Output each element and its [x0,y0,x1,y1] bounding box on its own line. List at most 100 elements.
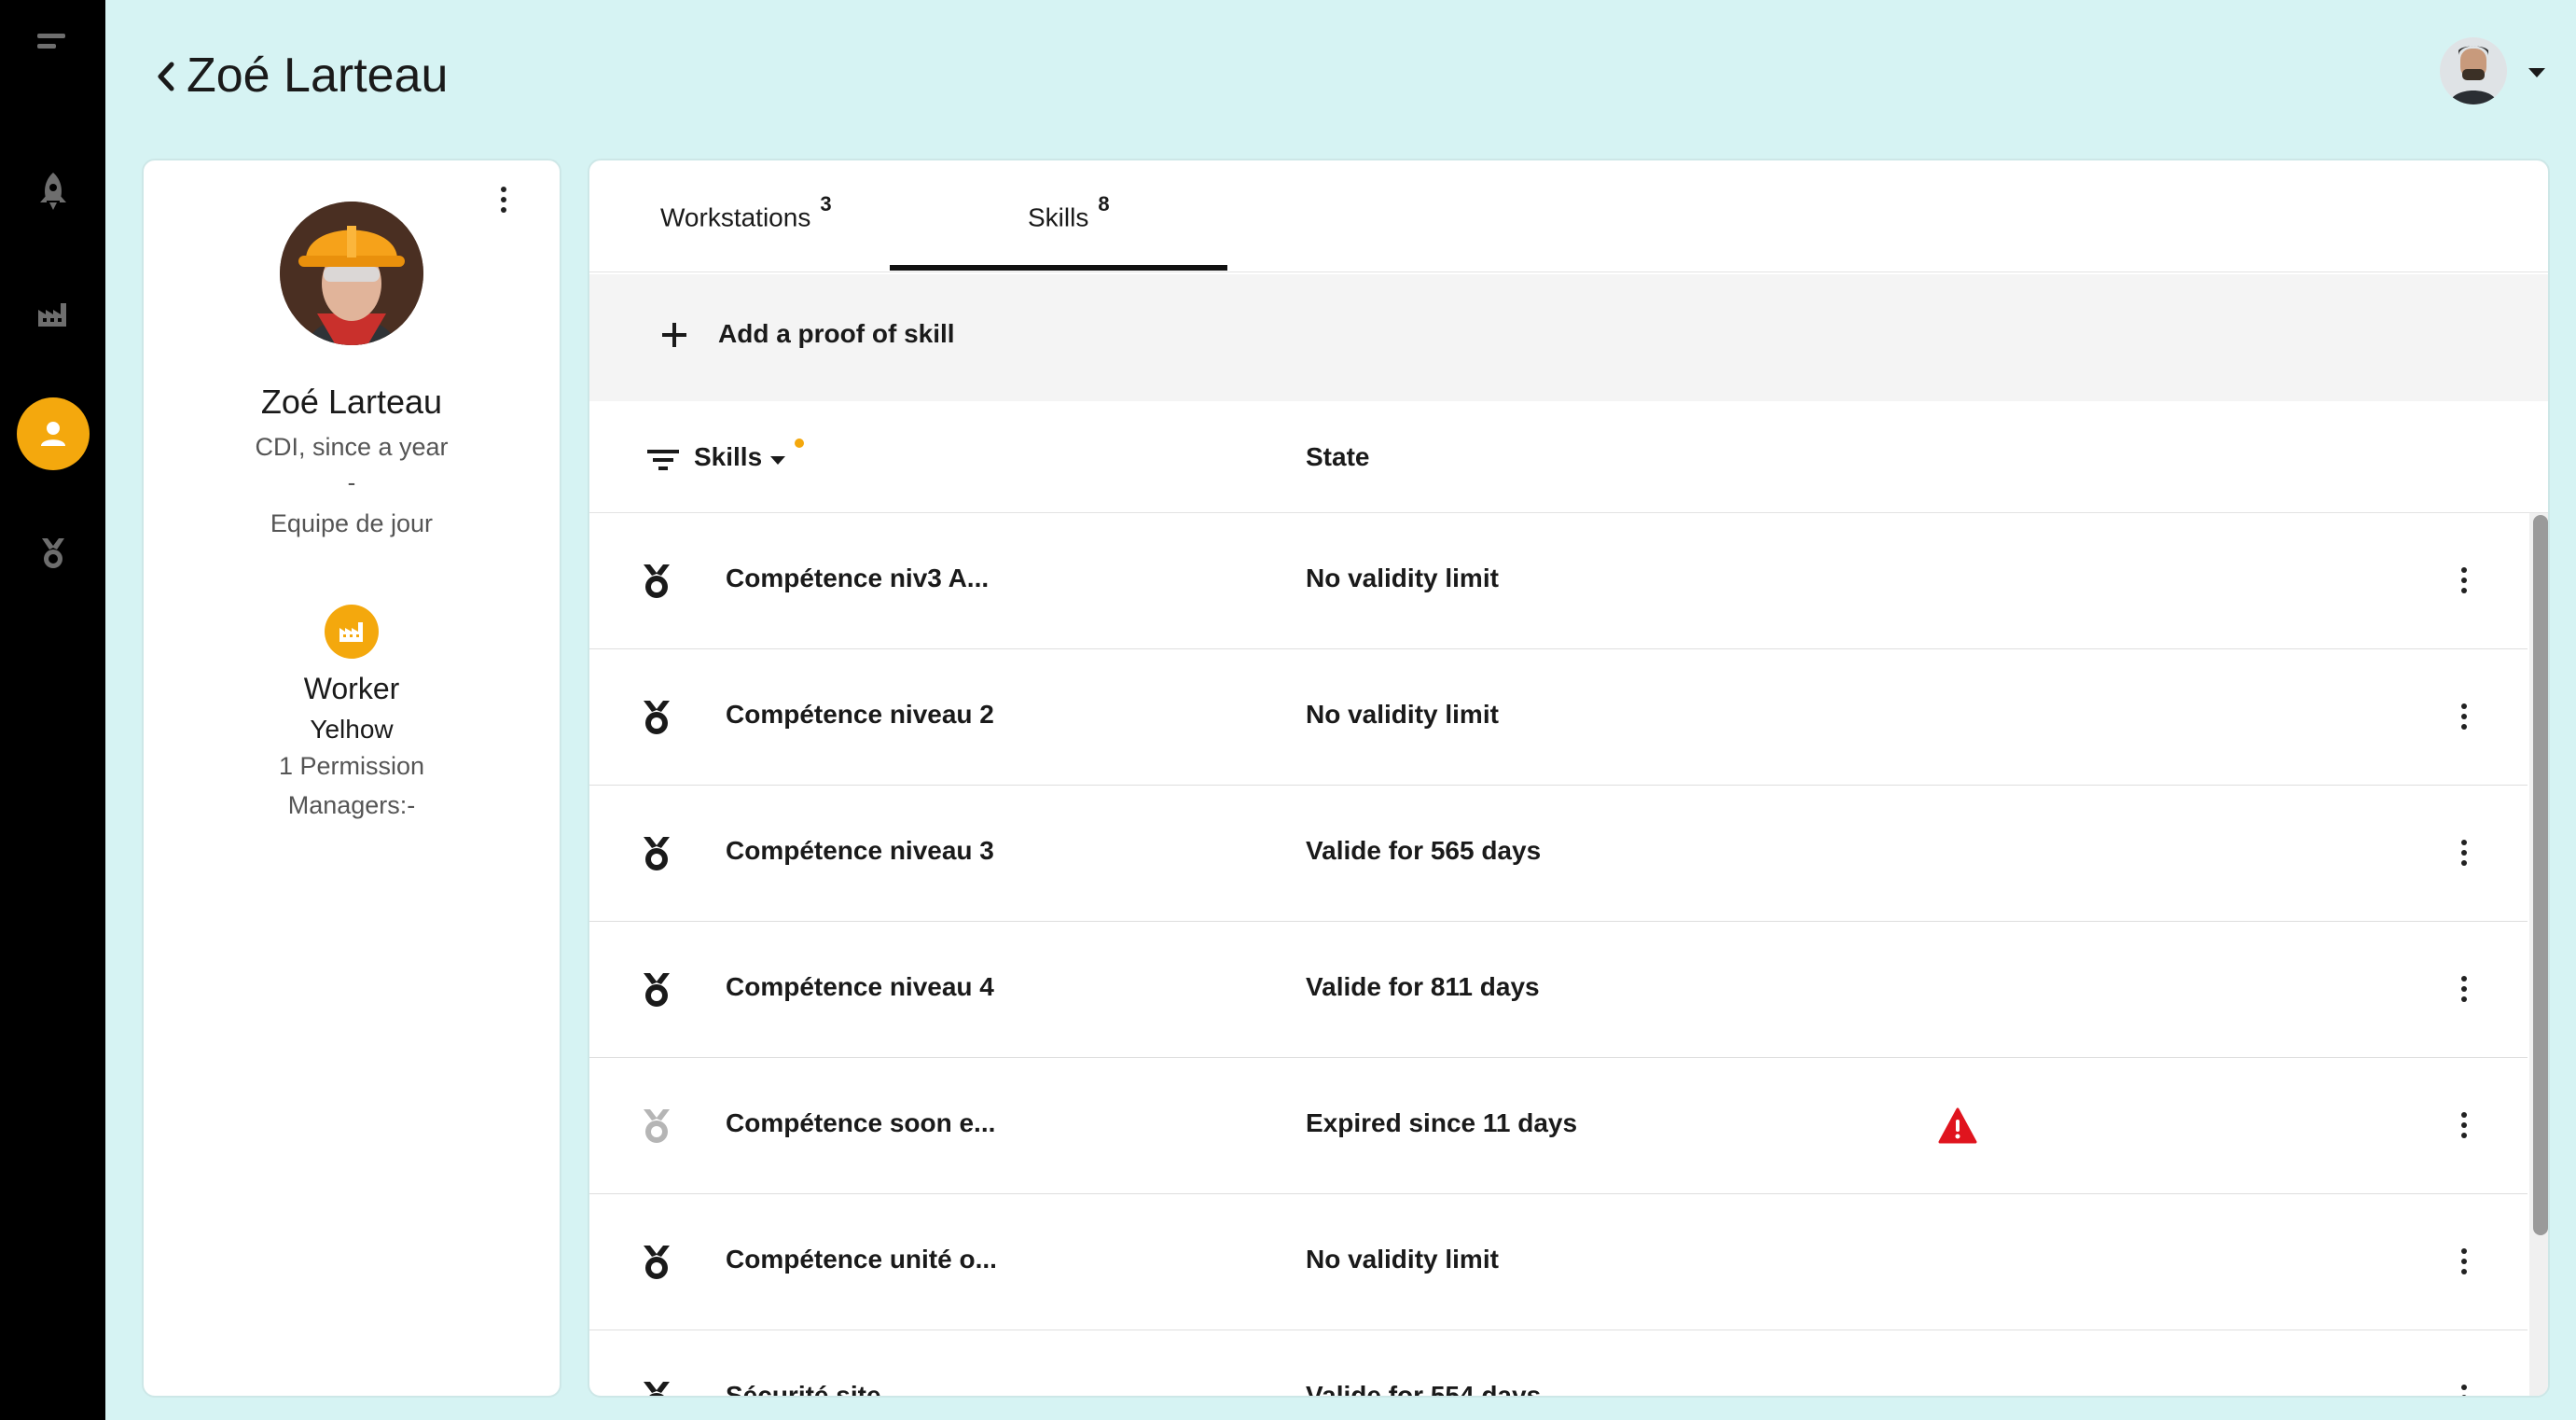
kebab-dot [501,187,506,192]
kebab-dot [2461,976,2467,981]
skill-name: Compétence niv3 A... [726,564,990,592]
row-menu-button[interactable] [2453,560,2475,601]
skill-name: Compétence niveau 2 [726,700,994,729]
tab-workstations[interactable]: Workstations 3 [660,192,832,232]
table-row[interactable]: Compétence soon e... Expired since 11 da… [589,1058,2528,1194]
sidebar-item-workers[interactable] [0,392,105,476]
warning-icon [1938,1107,1977,1144]
menu-toggle-button[interactable] [0,0,105,84]
kebab-dot [2461,588,2467,593]
factory-icon [37,303,66,327]
skill-state: No validity limit [1306,700,1499,729]
kebab-dot [2461,1133,2467,1138]
kebab-dot [2461,1395,2467,1396]
kebab-dot [2461,1248,2467,1254]
kebab-dot [501,197,506,202]
row-menu-button[interactable] [2453,1105,2475,1146]
row-menu-button[interactable] [2453,968,2475,1009]
profile-role: Worker [303,672,400,705]
add-proof-button[interactable]: Add a proof of skill [718,319,955,349]
worker-photo [280,202,423,345]
kebab-dot [2461,1259,2467,1264]
row-menu-button[interactable] [2453,1377,2475,1396]
skill-state: No validity limit [1306,564,1499,592]
profile-separator: - [347,468,356,496]
scrollbar-thumb[interactable] [2533,515,2548,1235]
medal-expired-icon [644,1109,670,1143]
back-button[interactable] [149,54,183,99]
tab-label: Skills [1028,202,1089,232]
filter-active-dot [795,439,804,448]
skill-state: Valide for 811 days [1306,972,1540,1001]
skill-name: Sécurité site [726,1381,881,1398]
profile-photo [280,202,423,345]
rocket-icon [39,173,66,210]
table-header: Skills State [589,401,2548,513]
row-menu-button[interactable] [2453,832,2475,873]
kebab-dot [2461,986,2467,992]
skills-column-header[interactable]: Skills [694,442,762,472]
profile-card: Zoé Larteau CDI, since a year - Equipe d… [142,159,561,1398]
table-row[interactable]: Sécurité site Valide for 554 days [589,1330,2528,1398]
sidebar [0,0,105,1420]
kebab-dot [2461,724,2467,730]
caret-down-icon [2528,68,2545,77]
profile-contract: CDI, since a year [255,433,449,461]
skill-name: Compétence unité o... [726,1245,997,1274]
kebab-dot [2461,860,2467,866]
skill-name: Compétence soon e... [726,1108,996,1137]
tab-skills[interactable]: Skills 8 [1028,192,1110,232]
row-menu-button[interactable] [2453,1241,2475,1282]
chevron-left-icon [158,62,174,91]
medal-icon [644,1246,670,1279]
skill-state: Valide for 554 days [1306,1381,1542,1398]
tab-label: Workstations [660,202,811,232]
sidebar-item-skills[interactable] [0,511,105,595]
filter-icon[interactable] [647,448,679,472]
table-row[interactable]: Compétence niveau 4 Valide for 811 days [589,922,2528,1058]
user-avatar-image [2440,37,2507,104]
table-row[interactable]: Compétence niv3 A... No validity limit [589,513,2528,649]
add-proof-row[interactable]: Add a proof of skill [589,274,2548,401]
sidebar-item-workstations[interactable] [0,272,105,356]
medal-icon [644,564,670,598]
kebab-dot [2461,840,2467,845]
skill-name: Compétence niveau 3 [726,836,994,865]
kebab-dot [501,207,506,213]
kebab-dot [2461,850,2467,856]
kebab-dot [2461,1269,2467,1274]
page-title: Zoé Larteau [187,49,449,103]
role-badge [325,605,379,659]
profile-managers: Managers:- [287,791,416,819]
hamburger-icon [36,34,65,49]
kebab-dot [2461,578,2467,583]
table-row[interactable]: Compétence niveau 3 Valide for 565 days [589,786,2528,922]
tab-count: 8 [1098,192,1110,216]
kebab-dot [2461,1122,2467,1128]
medal-icon [644,701,670,734]
table-row[interactable]: Compétence unité o... No validity limit [589,1194,2528,1330]
factory-icon [339,622,363,642]
user-menu-caret[interactable] [2526,62,2548,84]
profile-permissions[interactable]: 1 Permission [144,752,560,781]
kebab-dot [2461,1385,2467,1390]
kebab-dot [2461,1112,2467,1118]
sidebar-item-dashboard[interactable] [0,149,105,233]
medal-icon [644,973,670,1007]
row-menu-button[interactable] [2453,696,2475,737]
tab-count: 3 [820,192,832,216]
medal-icon [41,538,64,568]
caret-down-icon[interactable] [769,453,787,466]
skills-table-body: Compétence niv3 A... No validity limit C… [589,513,2528,1398]
sidebar-active-indicator [16,397,90,470]
table-row[interactable]: Compétence niveau 2 No validity limit [589,649,2528,786]
kebab-dot [2461,996,2467,1002]
user-avatar[interactable] [2440,37,2507,104]
profile-company: Yelhow [310,715,394,744]
medal-icon [644,837,670,870]
skill-name: Compétence niveau 4 [726,972,994,1001]
plus-icon [662,323,686,347]
profile-menu-button[interactable] [492,181,515,218]
person-icon [40,422,65,446]
medal-icon [644,1382,670,1396]
